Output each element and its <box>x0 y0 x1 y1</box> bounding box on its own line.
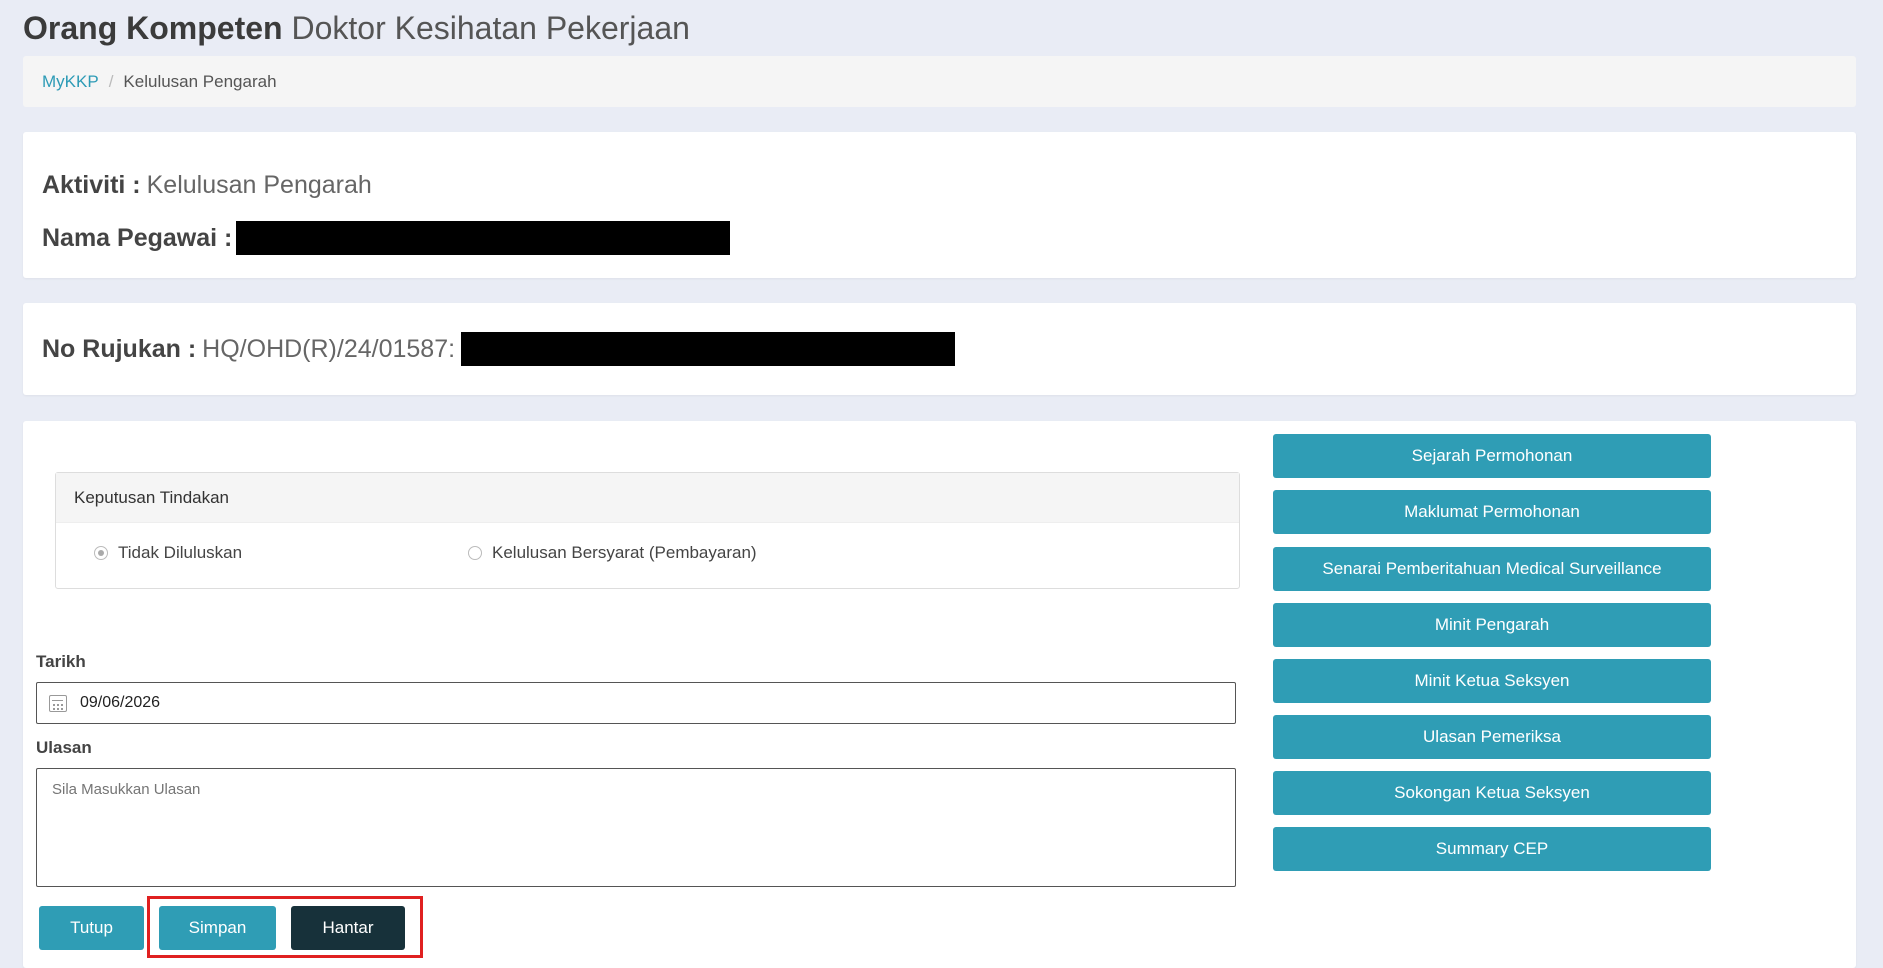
breadcrumb-separator: / <box>108 71 114 91</box>
tarikh-label: Tarikh <box>36 652 86 671</box>
pegawai-redacted-value <box>236 221 731 255</box>
breadcrumb-current: Kelulusan Pengarah <box>123 71 277 91</box>
sokongan-ketua-seksyen-button[interactable]: Sokongan Ketua Seksyen <box>1273 771 1711 815</box>
page-title: Orang Kompeten Doktor Kesihatan Pekerjaa… <box>23 8 690 48</box>
rujukan-card: No Rujukan : HQ/OHD(R)/24/01587: <box>23 303 1856 395</box>
tarikh-value: 09/06/2026 <box>80 694 161 711</box>
aktiviti-line: Aktiviti : Kelulusan Pengarah <box>42 171 372 200</box>
page-title-light: Doktor Kesihatan Pekerjaan <box>291 10 690 46</box>
radio-circle[interactable] <box>468 546 482 560</box>
page-title-bold: Orang Kompeten <box>23 10 283 46</box>
minit-ketua-seksyen-button[interactable]: Minit Ketua Seksyen <box>1273 659 1711 703</box>
sejarah-permohonan-button[interactable]: Sejarah Permohonan <box>1273 434 1711 478</box>
ulasan-textarea[interactable] <box>36 768 1236 887</box>
radio-label: Kelulusan Bersyarat (Pembayaran) <box>492 543 757 562</box>
tarikh-input[interactable]: 09/06/2026 <box>36 682 1236 724</box>
breadcrumb: MyKKP / Kelulusan Pengarah <box>23 56 1856 107</box>
breadcrumb-root-link[interactable]: MyKKP <box>42 72 99 92</box>
rujukan-label: No Rujukan : <box>42 334 197 363</box>
ulasan-pemeriksa-button[interactable]: Ulasan Pemeriksa <box>1273 715 1711 759</box>
radio-tidak-diluluskan[interactable]: Tidak Diluluskan <box>94 543 242 563</box>
rujukan-value: HQ/OHD(R)/24/01587: <box>202 334 456 363</box>
pegawai-line: Nama Pegawai : <box>42 221 731 255</box>
summary-cep-button[interactable]: Summary CEP <box>1273 827 1711 871</box>
keputusan-panel: Keputusan Tindakan Tidak Diluluskan Kelu… <box>55 472 1240 589</box>
hantar-button[interactable]: Hantar <box>291 906 405 950</box>
calendar-icon[interactable] <box>49 694 67 712</box>
activity-card: Aktiviti : Kelulusan Pengarah Nama Pegaw… <box>23 132 1856 278</box>
rujukan-redacted-value <box>461 332 956 366</box>
maklumat-permohonan-button[interactable]: Maklumat Permohonan <box>1273 490 1711 534</box>
radio-circle-checked[interactable] <box>94 546 108 560</box>
radio-kelulusan-bersyarat[interactable]: Kelulusan Bersyarat (Pembayaran) <box>468 543 757 563</box>
minit-pengarah-button[interactable]: Minit Pengarah <box>1273 603 1711 647</box>
aktiviti-value: Kelulusan Pengarah <box>146 171 372 199</box>
pegawai-label: Nama Pegawai : <box>42 223 233 252</box>
tutup-button[interactable]: Tutup <box>39 906 144 950</box>
radio-label: Tidak Diluluskan <box>118 543 243 562</box>
senarai-medical-surveillance-button[interactable]: Senarai Pemberitahuan Medical Surveillan… <box>1273 547 1711 591</box>
main-card: Keputusan Tindakan Tidak Diluluskan Kelu… <box>23 421 1856 968</box>
aktiviti-label: Aktiviti : <box>42 171 141 199</box>
keputusan-title: Keputusan Tindakan <box>56 473 1239 523</box>
ulasan-label: Ulasan <box>36 738 92 757</box>
rujukan-line: No Rujukan : HQ/OHD(R)/24/01587: <box>42 332 956 366</box>
simpan-button[interactable]: Simpan <box>159 906 276 950</box>
footer-bar: Tutup Simpan Hantar <box>23 890 1856 962</box>
